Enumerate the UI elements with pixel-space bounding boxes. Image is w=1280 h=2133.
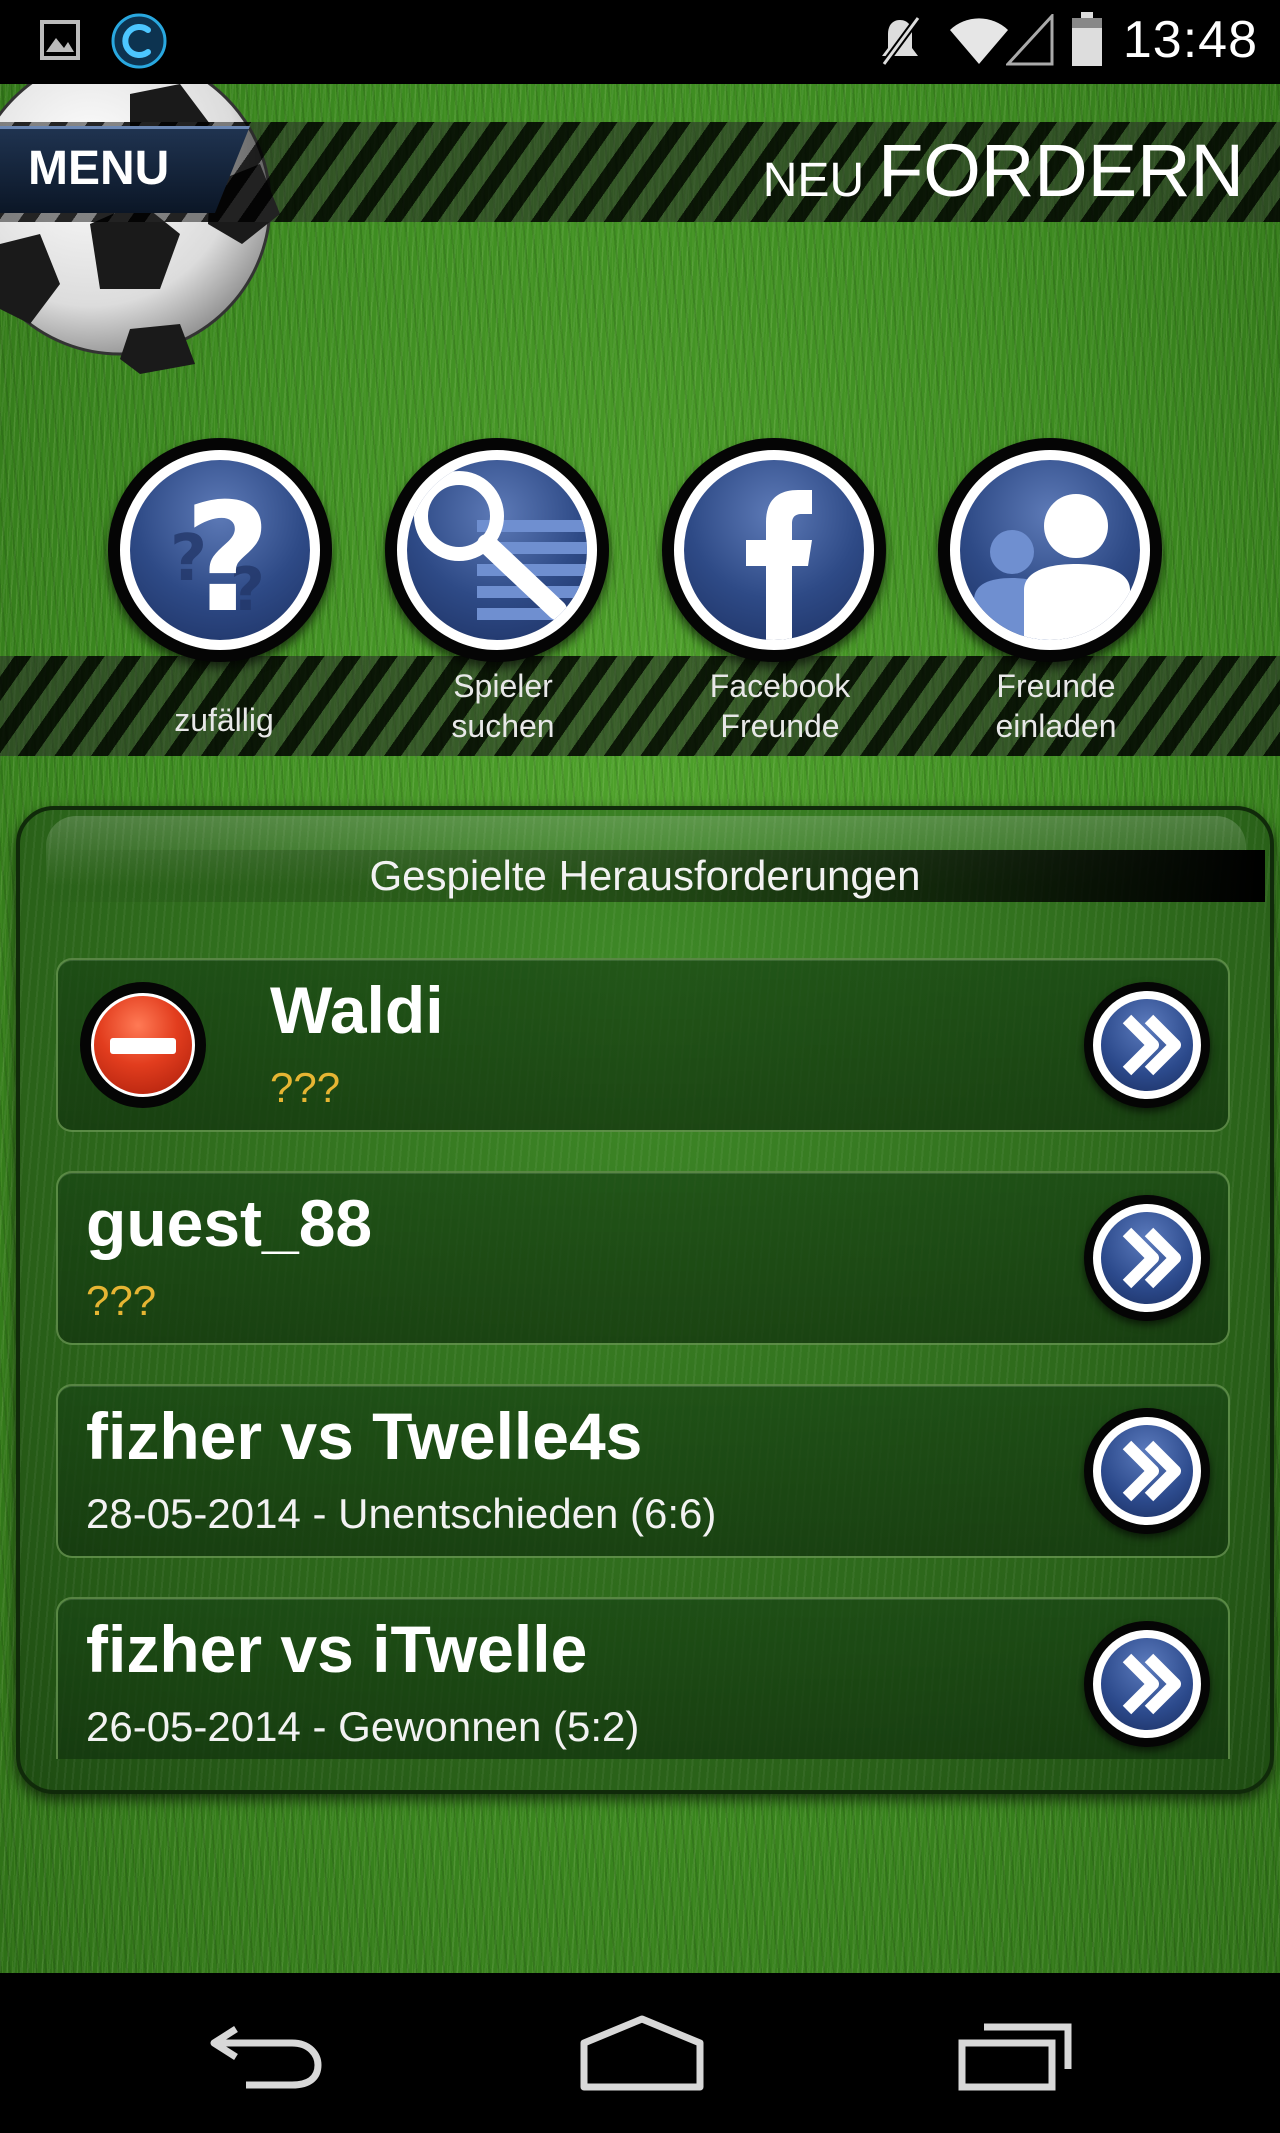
row-subtitle: ???: [86, 1277, 157, 1324]
mute-icon: [878, 14, 922, 73]
invite-friends-label-line2: einladen: [995, 708, 1117, 744]
row-subtitle: 26-05-2014 - Gewonnen (5:2): [86, 1703, 640, 1750]
remove-button[interactable]: [80, 982, 206, 1108]
open-challenge-button[interactable]: [1084, 1621, 1210, 1747]
search-player-label-line2: suchen: [451, 708, 555, 744]
main-screen: MENU NEU FORDERN ? ? ? zufällig Spieler …: [0, 84, 1280, 1973]
home-icon[interactable]: [580, 2013, 704, 2098]
page-title-small: NEU: [762, 154, 865, 207]
navigation-bar: [0, 1973, 1280, 2133]
facebook-friends-button[interactable]: [662, 438, 886, 662]
wifi-icon: [948, 14, 1010, 71]
challenge-row-twelle4s[interactable]: fizher vs Twelle4s 28-05-2014 - Unentsch…: [56, 1384, 1230, 1558]
random-opponent-button[interactable]: ? ? ?: [108, 438, 332, 662]
signal-icon: [1004, 12, 1054, 71]
row-title: Waldi: [270, 973, 444, 1047]
back-icon[interactable]: [206, 2013, 326, 2098]
challenge-row-waldi[interactable]: Waldi ???: [56, 958, 1230, 1132]
invite-friends-button[interactable]: [938, 438, 1162, 662]
row-title: fizher vs Twelle4s: [86, 1399, 643, 1473]
chevron-right-icon: [1122, 1440, 1181, 1502]
facebook-friends-label-line1: Facebook: [709, 668, 851, 704]
challenge-row-guest-88[interactable]: guest_88 ???: [56, 1171, 1230, 1345]
challenge-row-itwelle[interactable]: fizher vs iTwelle 26-05-2014 - Gewonnen …: [56, 1597, 1230, 1759]
facebook-friends-label-line2: Freunde: [720, 708, 840, 744]
menu-label: MENU: [28, 142, 170, 195]
facebook-friends-label: Facebook Freunde: [640, 666, 920, 746]
search-player-label: Spieler suchen: [363, 666, 643, 746]
invite-friends-label: Freunde einladen: [916, 666, 1196, 746]
search-player-button[interactable]: [385, 438, 609, 662]
chevron-right-icon: [1122, 1227, 1181, 1289]
facebook-icon: [746, 490, 812, 640]
image-icon: [40, 20, 80, 65]
page-title: NEU FORDERN: [763, 128, 1244, 213]
row-subtitle: ???: [270, 1064, 341, 1111]
row-title: guest_88: [86, 1186, 373, 1260]
chevron-right-icon: [1122, 1014, 1181, 1076]
svg-text:?: ?: [184, 472, 271, 640]
status-time: 13:48: [1122, 11, 1258, 69]
app-c-icon: [110, 12, 168, 75]
battery-icon: [1070, 12, 1104, 73]
status-bar: 13:48: [0, 0, 1280, 84]
menu-button[interactable]: MENU: [0, 126, 250, 213]
open-challenge-button[interactable]: [1084, 982, 1210, 1108]
page-title-big: FORDERN: [878, 129, 1244, 212]
question-icon: ? ? ?: [170, 472, 271, 640]
search-list-icon: [414, 471, 587, 620]
chevron-right-icon: [1122, 1653, 1181, 1715]
played-challenges-panel: Gespielte Herausforderungen Waldi ??? gu…: [16, 806, 1274, 1794]
panel-title: Gespielte Herausforderungen: [369, 852, 921, 899]
friends-icon: [974, 494, 1130, 640]
row-title: fizher vs iTwelle: [86, 1612, 588, 1686]
random-opponent-label: zufällig: [174, 702, 274, 738]
open-challenge-button[interactable]: [1084, 1195, 1210, 1321]
row-subtitle: 28-05-2014 - Unentschieden (6:6): [86, 1490, 717, 1537]
search-player-label-line1: Spieler: [453, 668, 553, 704]
invite-friends-label-line1: Freunde: [996, 668, 1116, 704]
open-challenge-button[interactable]: [1084, 1408, 1210, 1534]
recents-icon[interactable]: [956, 2013, 1076, 2098]
